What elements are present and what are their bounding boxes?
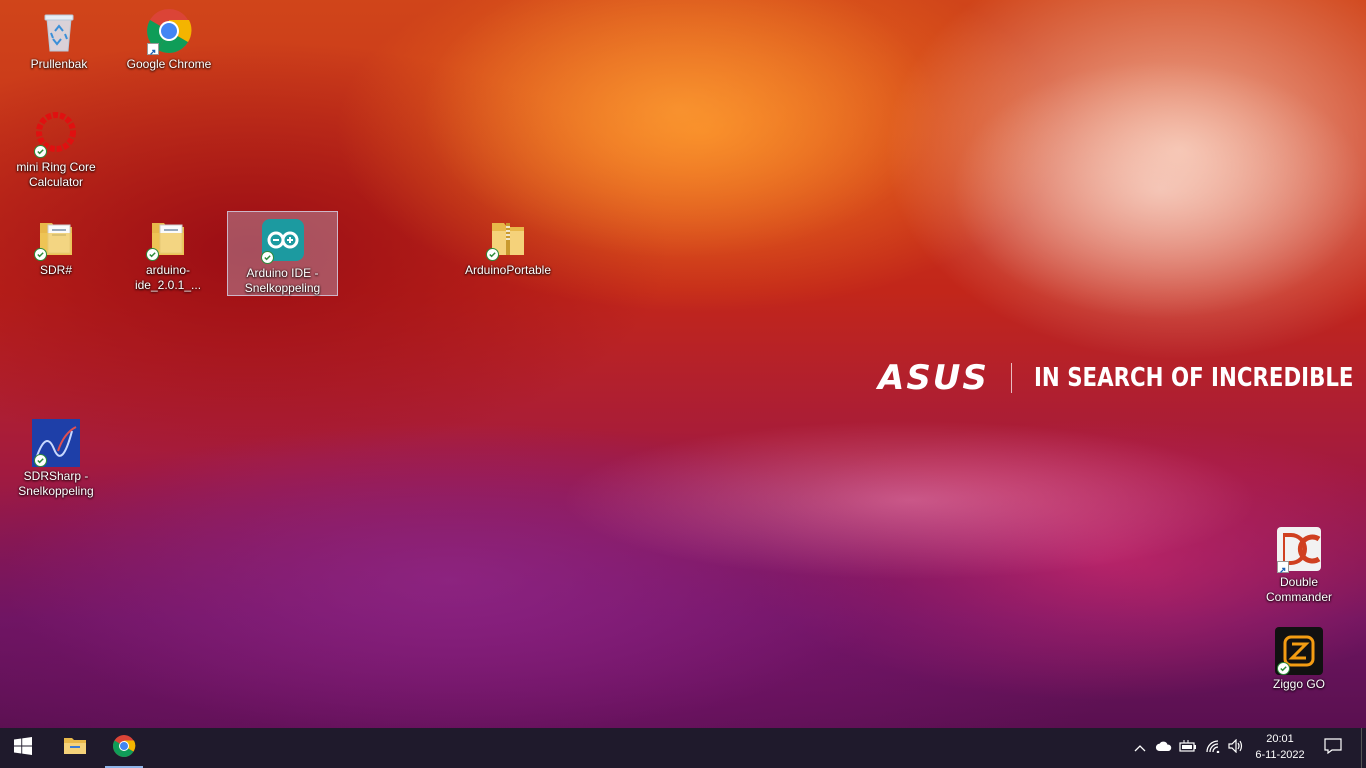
show-desktop-button[interactable]	[1361, 728, 1366, 768]
desktop[interactable]: Prullenbak Google Chrome mini Ring Core …	[0, 0, 1366, 728]
taskbar: 20:01 6-11-2022	[0, 728, 1366, 768]
sync-check-icon	[260, 251, 274, 264]
chrome-icon	[145, 7, 193, 55]
asus-logo: ASUS	[878, 358, 989, 398]
desktop-icon-label: arduino-ide_2.0.1_...	[134, 263, 202, 292]
ring-core-icon	[32, 110, 80, 158]
desktop-icon-chrome[interactable]: Google Chrome	[117, 2, 221, 73]
arduino-icon	[259, 216, 307, 264]
battery-tray-button[interactable]	[1178, 738, 1198, 758]
desktop-icon-arduino-zip-folder[interactable]: arduino-ide_2.0.1_...	[116, 208, 220, 294]
desktop-icon-label: Arduino IDE - Snelkoppeling	[244, 266, 321, 295]
windows-logo-icon	[14, 736, 32, 760]
battery-icon	[1179, 739, 1197, 757]
sdrsharp-icon	[32, 419, 80, 467]
sync-check-icon	[146, 248, 159, 261]
desktop-icon-ziggo-go[interactable]: Ziggo GO	[1247, 622, 1351, 693]
wifi-icon	[1205, 739, 1221, 758]
action-center-button[interactable]	[1323, 737, 1343, 759]
folder-with-files-icon	[144, 213, 192, 261]
desktop-icon-label: Prullenbak	[30, 57, 88, 71]
desktop-icon-double-commander[interactable]: Double Commander	[1247, 520, 1351, 606]
double-commander-icon	[1275, 525, 1323, 573]
desktop-icon-arduino-portable[interactable]: ArduinoPortable	[456, 208, 560, 279]
desktop-icon-label: Double Commander	[1265, 575, 1333, 604]
speaker-icon	[1228, 738, 1244, 758]
sync-check-icon	[1277, 662, 1290, 675]
chrome-icon	[112, 734, 136, 763]
desktop-icon-arduino-ide[interactable]: Arduino IDE - Snelkoppeling	[227, 211, 338, 296]
clock-date: 6-11-2022	[1255, 749, 1305, 761]
shortcut-arrow-icon	[147, 43, 159, 55]
folder-with-files-icon	[32, 213, 80, 261]
chevron-up-icon	[1134, 739, 1146, 757]
desktop-icon-label: SDR#	[39, 263, 72, 277]
wallpaper-streak	[950, 60, 1366, 320]
taskbar-file-explorer[interactable]	[52, 728, 98, 768]
sync-check-icon	[34, 454, 47, 467]
branding-divider	[1010, 363, 1012, 393]
show-hidden-icons-button[interactable]	[1130, 738, 1150, 758]
folder-icon	[63, 736, 87, 761]
onedrive-tray-button[interactable]	[1154, 738, 1174, 758]
asus-slogan: IN SEARCH OF INCREDIBLE	[1033, 363, 1354, 393]
sync-check-icon	[34, 248, 47, 261]
wallpaper-streak	[560, 420, 1260, 580]
clock-time: 20:01	[1266, 733, 1294, 745]
shortcut-arrow-icon	[1277, 561, 1289, 573]
sync-check-icon	[486, 248, 499, 261]
desktop-icon-ring-core[interactable]: mini Ring Core Calculator	[4, 105, 108, 191]
desktop-icon-label: Google Chrome	[126, 57, 212, 71]
desktop-icon-label: mini Ring Core Calculator	[16, 160, 96, 189]
wallpaper-branding: ASUS IN SEARCH OF INCREDIBLE	[878, 358, 1366, 398]
volume-tray-button[interactable]	[1226, 738, 1246, 758]
desktop-icon-label: SDRSharp - Snelkoppeling	[18, 469, 94, 498]
desktop-icon-sdr[interactable]: SDR#	[4, 208, 108, 279]
start-button[interactable]	[0, 728, 46, 768]
action-center-icon	[1324, 737, 1342, 759]
desktop-icon-sdrsharp[interactable]: SDRSharp - Snelkoppeling	[4, 414, 108, 500]
recycle-bin-icon	[35, 7, 83, 55]
desktop-icon-label: Ziggo GO	[1272, 677, 1326, 691]
zip-folder-icon	[484, 213, 532, 261]
desktop-icon-recycle-bin[interactable]: Prullenbak	[7, 2, 111, 73]
network-tray-button[interactable]	[1203, 738, 1223, 758]
taskbar-chrome[interactable]	[101, 728, 147, 768]
desktop-icon-label: ArduinoPortable	[464, 263, 552, 277]
taskbar-clock[interactable]: 20:01 6-11-2022	[1250, 731, 1310, 763]
ziggo-go-icon	[1275, 627, 1323, 675]
sync-check-icon	[34, 145, 47, 158]
wallpaper-streak	[0, 420, 900, 728]
onedrive-cloud-icon	[1155, 739, 1173, 757]
